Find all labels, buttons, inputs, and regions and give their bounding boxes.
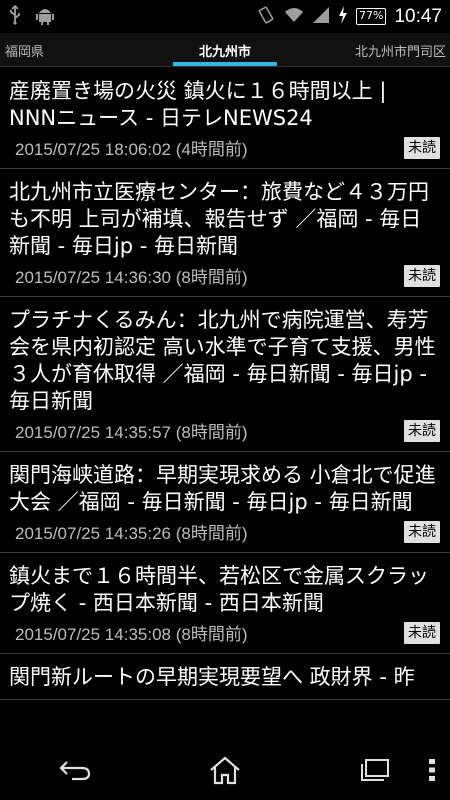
news-date: 2015/07/25 14:35:26 (8時間前) bbox=[15, 524, 248, 543]
news-date: 2015/07/25 14:36:30 (8時間前) bbox=[15, 268, 248, 287]
active-tab-indicator bbox=[173, 62, 277, 66]
news-title: 北九州市立医療センター：旅費など４３万円も不明 上司が補填、報告せず ／福岡 -… bbox=[9, 180, 429, 258]
news-item[interactable]: 関門新ルートの早期実現要望へ 政財界 - 昨 bbox=[0, 654, 450, 700]
news-item[interactable]: 関門海峡道路：早期実現求める 小倉北で促進大会 ／福岡 - 毎日新聞 - 毎日j… bbox=[0, 452, 450, 553]
tab-kitakyushu-moji[interactable]: 北九州市門司区 bbox=[355, 41, 446, 60]
news-date: 2015/07/25 14:35:57 (8時間前) bbox=[15, 423, 248, 442]
region-tabs: 福岡県 北九州市 北九州市門司区 bbox=[0, 33, 450, 67]
news-title: 関門海峡道路：早期実現求める 小倉北で促進大会 ／福岡 - 毎日新聞 - 毎日j… bbox=[9, 463, 436, 514]
usb-icon bbox=[8, 4, 22, 29]
news-title: 鎮火まで１６時間半、若松区で金属スクラップ焼く - 西日本新聞 - 西日本新聞 bbox=[9, 564, 429, 615]
wifi-icon bbox=[284, 6, 304, 28]
navigation-bar bbox=[0, 740, 450, 800]
news-title: 産廃置き場の火災 鎮火に１６時間以上 | NNNニュース - 日テレNEWS24 bbox=[9, 79, 387, 130]
recent-apps-icon[interactable] bbox=[345, 750, 405, 790]
unread-badge: 未読 bbox=[404, 136, 440, 159]
android-icon bbox=[36, 5, 54, 29]
clock: 10:47 bbox=[394, 5, 442, 27]
unread-badge: 未読 bbox=[404, 419, 440, 442]
unread-badge: 未読 bbox=[404, 520, 440, 543]
news-date: 2015/07/25 18:06:02 (4時間前) bbox=[15, 140, 248, 159]
unread-badge: 未読 bbox=[404, 621, 440, 644]
news-item[interactable]: プラチナくるみん：北九州で病院運営、寿芳会を県内初認定 高い水準で子育て支援、男… bbox=[0, 297, 450, 452]
news-list[interactable]: 産廃置き場の火災 鎮火に１６時間以上 | NNNニュース - 日テレNEWS24… bbox=[0, 68, 450, 740]
news-item[interactable]: 産廃置き場の火災 鎮火に１６時間以上 | NNNニュース - 日テレNEWS24… bbox=[0, 68, 450, 169]
news-item[interactable]: 北九州市立医療センター：旅費など４３万円も不明 上司が補填、報告せず ／福岡 -… bbox=[0, 169, 450, 297]
overflow-menu-icon[interactable] bbox=[428, 758, 436, 786]
news-date: 2015/07/25 14:35:08 (8時間前) bbox=[15, 625, 248, 644]
unread-badge: 未読 bbox=[404, 264, 440, 287]
news-title: プラチナくるみん：北九州で病院運営、寿芳会を県内初認定 高い水準で子育て支援、男… bbox=[9, 308, 436, 413]
news-title: 関門新ルートの早期実現要望へ 政財界 - 昨 bbox=[9, 665, 415, 689]
signal-icon bbox=[312, 6, 330, 28]
back-icon[interactable] bbox=[45, 750, 105, 790]
charging-icon bbox=[338, 5, 348, 28]
vibrate-icon bbox=[256, 5, 276, 29]
battery-indicator: 77% bbox=[356, 8, 387, 25]
news-item[interactable]: 鎮火まで１６時間半、若松区で金属スクラップ焼く - 西日本新聞 - 西日本新聞 … bbox=[0, 553, 450, 654]
status-bar: 77% 10:47 bbox=[0, 0, 450, 33]
home-icon[interactable] bbox=[195, 750, 255, 790]
